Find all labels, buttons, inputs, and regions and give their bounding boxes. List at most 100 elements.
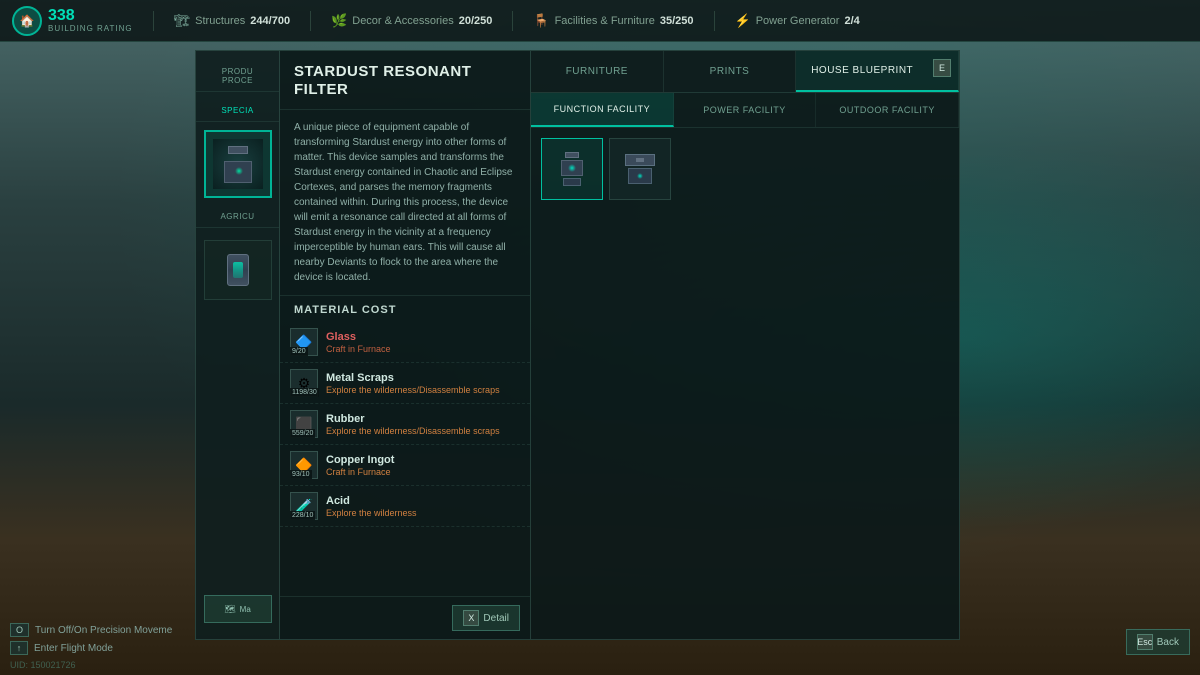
rating-number: 338 [48, 7, 133, 25]
tab-power-facility[interactable]: POWER FACILITY [674, 93, 817, 127]
material-item-metal: ⚙ 1198/30 Metal Scraps Explore the wilde… [280, 363, 530, 404]
esc-button[interactable]: Esc Back [1126, 629, 1190, 655]
rubber-qty: 559/20 [290, 429, 315, 438]
hud-stat-decor: 🌿 Decor & Accessories 20/250 [331, 13, 492, 29]
item-machine-1 [550, 147, 594, 191]
material-info-copper: Copper Ingot Craft in Furnace [326, 454, 520, 477]
material-icon-metal: ⚙ 1198/30 [290, 369, 318, 397]
material-info-metal: Metal Scraps Explore the wilderness/Disa… [326, 372, 520, 395]
hud-top-bar: 🏠 338 BUILDING RATING 🏗 Structures 244/7… [0, 0, 1200, 42]
building-icon: 🏠 [12, 6, 42, 36]
detail-label: Detail [483, 613, 509, 624]
rubber-name: Rubber [326, 413, 520, 425]
esc-back-area: Esc Back [1126, 629, 1190, 655]
acid-name: Acid [326, 495, 520, 507]
hud-divider-1 [153, 11, 154, 31]
hud-divider-3 [512, 11, 513, 31]
building-rating: 🏠 338 BUILDING RATING [12, 6, 133, 36]
material-icon-rubber: ⬛ 559/20 [290, 410, 318, 438]
materials-list: 🔷 9/20 Glass Craft in Furnace ⚙ 1198/30 … [280, 322, 530, 596]
hud-stat-facilities: 🪑 Facilities & Furniture 35/250 [533, 13, 693, 29]
item-title: STARDUST RESONANT FILTER [294, 63, 516, 99]
hud-divider-2 [310, 11, 311, 31]
hud-divider-4 [714, 11, 715, 31]
machine-glow [235, 167, 243, 175]
flight-label: Enter Flight Mode [34, 643, 113, 654]
glass-qty: 9/20 [290, 347, 308, 356]
item-card-1[interactable] [541, 138, 603, 200]
acid-qty: 228/10 [290, 511, 315, 520]
machine-top [228, 146, 248, 154]
structures-value: 244/700 [250, 15, 290, 27]
power-icon: ⚡ [735, 13, 751, 29]
esc-key: Esc [1137, 634, 1153, 650]
uid-text: UID: 150021726 [10, 660, 76, 670]
glass-name: Glass [326, 331, 520, 343]
acid-source: Explore the wilderness [326, 508, 520, 518]
material-cost-header: MATERIAL COST [280, 296, 530, 322]
left-sidebar: PRODUPROCE SPECIA AGRICU [195, 50, 280, 640]
material-icon-acid: 🧪 228/10 [290, 492, 318, 520]
item-card-2[interactable] [609, 138, 671, 200]
detail-button[interactable]: X Detail [452, 605, 520, 631]
material-icon-copper: 🔶 93/10 [290, 451, 318, 479]
tab-function-facility[interactable]: FUNCTION FACILITY [531, 93, 674, 127]
tab-prints[interactable]: PRINTS [664, 51, 797, 92]
material-info-acid: Acid Explore the wilderness [326, 495, 520, 518]
o-key: O [10, 623, 29, 637]
decor-value: 20/250 [459, 15, 493, 27]
sidebar-section-production: PRODUPROCE [196, 61, 279, 92]
x-key: X [463, 610, 479, 626]
map-label: Ma [240, 605, 251, 614]
hud-stat-power: ⚡ Power Generator 2/4 [735, 13, 860, 29]
tab-outdoor-facility[interactable]: OUTDOOR FACILITY [816, 93, 959, 127]
tube-icon [227, 254, 249, 286]
precision-label: Turn Off/On Precision Moveme [35, 625, 172, 636]
tube-glow [233, 262, 243, 278]
copper-source: Craft in Furnace [326, 467, 520, 477]
tab-furniture[interactable]: FURNITURE [531, 51, 664, 92]
detail-panel: STARDUST RESONANT FILTER A unique piece … [280, 50, 530, 640]
pipe-bottom [628, 168, 652, 184]
machine-body [224, 161, 252, 183]
selected-item-card[interactable] [204, 130, 272, 198]
power-value: 2/4 [844, 15, 859, 27]
power-label: Power Generator [756, 15, 840, 27]
structures-label: Structures [195, 15, 245, 27]
sidebar-section-special[interactable]: SPECIA [196, 100, 279, 122]
pipe-light [637, 173, 643, 179]
hud-stat-structures: 🏗 Structures 244/700 [174, 13, 290, 29]
facilities-value: 35/250 [660, 15, 694, 27]
bottom-controls: O Turn Off/On Precision Moveme ↑ Enter F… [10, 623, 172, 655]
main-panel: PRODUPROCE SPECIA AGRICU [195, 50, 960, 640]
material-item-acid: 🧪 228/10 Acid Explore the wilderness [280, 486, 530, 527]
agri-item-1[interactable] [204, 240, 272, 300]
arrow-key: ↑ [10, 641, 28, 655]
items-area [531, 128, 959, 639]
machine-icon [220, 146, 256, 182]
material-icon-glass: 🔷 9/20 [290, 328, 318, 356]
map-button[interactable]: 🗺 Ma [204, 595, 272, 623]
sidebar-agri-section [196, 236, 279, 304]
tab-bar-top: FURNITURE PRINTS HOUSE BLUEPRINT [531, 51, 959, 93]
metal-name: Metal Scraps [326, 372, 520, 384]
material-item-glass: 🔷 9/20 Glass Craft in Furnace [280, 322, 530, 363]
copper-qty: 93/10 [290, 470, 312, 479]
pipe-machine [625, 154, 655, 184]
pipe-top [625, 154, 655, 166]
material-item-rubber: ⬛ 559/20 Rubber Explore the wilderness/D… [280, 404, 530, 445]
rating-label: BUILDING RATING [48, 25, 133, 34]
e-key-button[interactable]: E [933, 59, 951, 77]
material-info-rubber: Rubber Explore the wilderness/Disassembl… [326, 413, 520, 436]
back-label: Back [1157, 637, 1179, 648]
tab-bar-sub: FUNCTION FACILITY POWER FACILITY OUTDOOR… [531, 93, 959, 128]
detail-footer: X Detail [280, 596, 530, 639]
control-precision: O Turn Off/On Precision Moveme [10, 623, 172, 637]
map-icon: 🗺 [224, 604, 235, 615]
material-item-copper: 🔶 93/10 Copper Ingot Craft in Furnace [280, 445, 530, 486]
glass-source: Craft in Furnace [326, 344, 520, 354]
item-image [213, 139, 263, 189]
right-panel: E FURNITURE PRINTS HOUSE BLUEPRINT FUNCT… [530, 50, 960, 640]
control-flight: ↑ Enter Flight Mode [10, 641, 172, 655]
detail-header: STARDUST RESONANT FILTER [280, 51, 530, 110]
